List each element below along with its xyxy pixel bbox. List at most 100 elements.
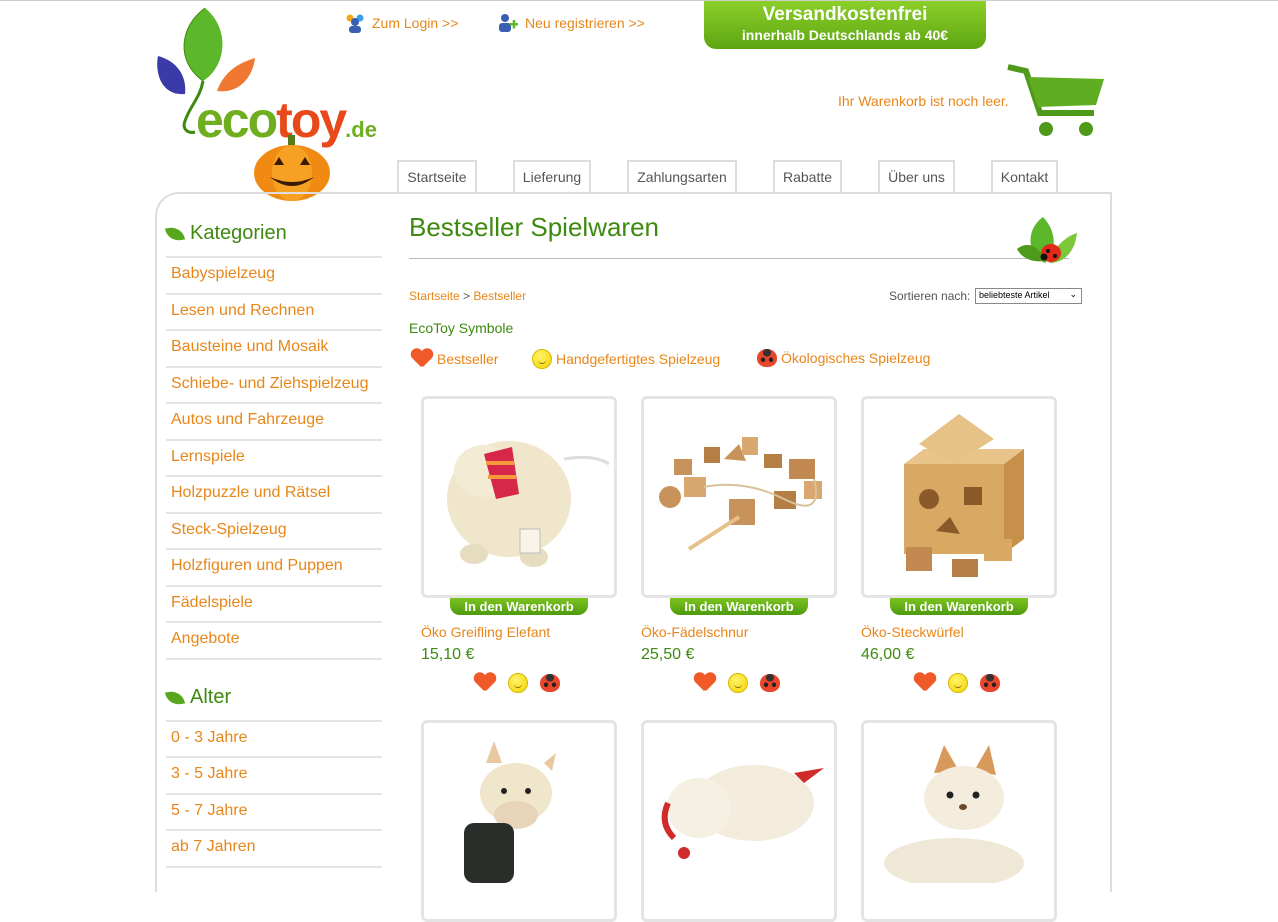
categories-heading: Kategorien [164,222,287,245]
sidebar-item-autos[interactable]: Autos und Fahrzeuge [166,402,382,438]
product-image-steckwuerfel[interactable] [861,396,1057,598]
product-name[interactable]: Öko Greifling Elefant [421,624,550,640]
chevron-down-icon: ⌄ [1069,289,1077,299]
sidebar-item-holzfiguren[interactable]: Holzfiguren und Puppen [166,548,382,584]
product-image-cat[interactable] [861,720,1057,922]
shape-sorter-image [904,414,1024,577]
tab-rabatte[interactable]: Rabatte [773,160,842,192]
tab-ueber-uns[interactable]: Über uns [878,160,955,192]
sidebar-item-age-3-5[interactable]: 3 - 5 Jahre [166,756,382,792]
elephant-toy-image [447,441,610,567]
tab-label: Lieferung [522,169,582,185]
tab-label: Rabatte [782,169,833,185]
ladybug-icon [980,674,1000,692]
smiley-icon [948,673,968,693]
symbol-eco: Ökologisches Spielzeug [757,349,930,367]
add-to-cart-button[interactable]: In den Warenkorb [890,598,1028,615]
product-image-faedelschnur[interactable] [641,396,837,598]
tab-label: Kontakt [1000,169,1049,185]
symbol-handmade: Handgefertigtes Spielzeug [532,349,720,369]
sidebar-item-lesen-rechnen[interactable]: Lesen und Rechnen [166,293,382,329]
symbol-label: Handgefertigtes Spielzeug [556,351,721,367]
sidebar-item-age-5-7[interactable]: 5 - 7 Jahre [166,793,382,829]
lacing-toy-image [659,437,822,551]
product-price: 25,50 € [641,646,695,663]
smiley-icon [728,673,748,693]
leaf-icon [164,225,186,242]
product-image-goat[interactable] [421,720,617,922]
ladybug-icon [540,674,560,692]
sidebar-item-babyspielzeug[interactable]: Babyspielzeug [166,256,382,292]
ladybug-icon [757,349,777,367]
logo-de: .de [345,117,377,142]
title-divider [409,258,1069,259]
sort-select[interactable]: beliebteste Artikel ⌄ [975,288,1082,304]
shopping-cart-icon[interactable] [1006,61,1106,146]
heart-icon [694,673,716,693]
breadcrumb-separator: > [463,289,471,303]
breadcrumb: Startseite > Bestseller [409,289,526,303]
add-user-icon [497,12,519,34]
breadcrumb-current[interactable]: Bestseller [473,289,526,303]
tab-label: Über uns [888,169,945,185]
sidebar-item-age-7[interactable]: ab 7 Jahren [166,829,382,865]
smiley-icon [508,673,528,693]
product-name[interactable]: Öko-Fädelschnur [641,624,748,640]
tab-label: Zahlungsarten [637,169,727,185]
register-link[interactable]: Neu registrieren >> [497,12,645,34]
smiley-icon [532,349,552,369]
breadcrumb-home[interactable]: Startseite [409,289,460,303]
tab-kontakt[interactable]: Kontakt [991,160,1058,192]
product-price: 15,10 € [421,646,475,663]
sidebar-divider [166,658,382,660]
login-label: Zum Login >> [372,15,459,31]
sidebar-item-schiebe[interactable]: Schiebe- und Ziehspielzeug [166,366,382,402]
register-label: Neu registrieren >> [525,15,645,31]
sidebar-item-faedelspiele[interactable]: Fädelspiele [166,585,382,621]
goat-puppet-image [464,741,556,883]
symbol-label: Bestseller [437,351,499,367]
categories-title: Kategorien [190,222,287,244]
product-symbols [694,673,780,693]
age-heading: Alter [164,686,231,709]
add-to-cart-button[interactable]: In den Warenkorb [670,598,808,615]
leaf-icon [164,689,186,706]
product-name[interactable]: Öko-Steckwürfel [861,624,964,640]
sidebar-item-age-0-3[interactable]: 0 - 3 Jahre [166,720,382,756]
heart-icon [914,673,936,693]
add-to-cart-button[interactable]: In den Warenkorb [450,598,588,615]
sidebar-item-holzpuzzle[interactable]: Holzpuzzle und Rätsel [166,475,382,511]
page-title: Bestseller Spielwaren [409,212,660,242]
promo-subtitle: innerhalb Deutschlands ab 40€ [741,27,949,43]
sort-value: beliebteste Artikel [979,290,1050,300]
symbol-label: Ökologisches Spielzeug [781,350,931,366]
ladybug-leaves-icon [1015,213,1079,274]
tab-label: Startseite [407,169,467,185]
cart-status: Ihr Warenkorb ist noch leer. [838,93,1009,109]
cat-toy-image [884,745,1024,888]
promo-title: Versandkostenfrei [762,4,928,25]
sidebar-item-steck[interactable]: Steck-Spielzeug [166,512,382,548]
sidebar-item-angebote[interactable]: Angebote [166,621,382,657]
sidebar-item-lernspiele[interactable]: Lernspiele [166,439,382,475]
tab-lieferung[interactable]: Lieferung [513,160,591,192]
users-icon [344,12,366,34]
heart-icon [474,673,496,693]
product-symbols [914,673,1000,693]
symbols-title: EcoToy Symbole [409,320,514,336]
product-image-elefant[interactable] [421,396,617,598]
sidebar-item-bausteine[interactable]: Bausteine und Mosaik [166,329,382,365]
ladybug-icon [760,674,780,692]
sort-label: Sortieren nach: [889,289,971,303]
login-link[interactable]: Zum Login >> [344,12,458,34]
heart-icon [411,349,433,369]
tab-zahlungsarten[interactable]: Zahlungsarten [627,160,737,192]
product-image-dog[interactable] [641,720,837,922]
product-symbols [474,673,560,693]
symbol-bestseller: Bestseller [411,349,498,369]
tab-startseite[interactable]: Startseite [397,160,477,192]
sidebar-divider [166,866,382,868]
free-shipping-banner: Versandkostenfrei innerhalb Deutschlands… [704,1,986,49]
dog-toy-image [661,765,824,859]
product-price: 46,00 € [861,646,915,663]
